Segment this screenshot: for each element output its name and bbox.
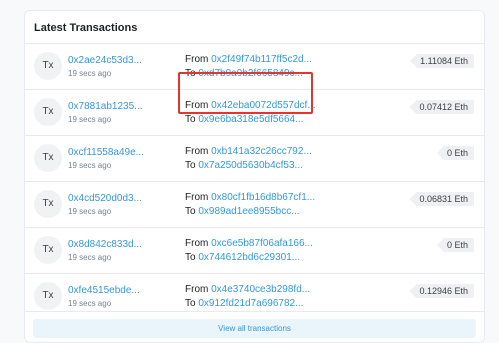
- transaction-row: Tx 0x2ae24c53d3... 19 secs ago From 0x2f…: [25, 44, 484, 90]
- tx-hash-link[interactable]: 0x2ae24c53d3...: [68, 55, 148, 66]
- from-label: From: [185, 54, 209, 65]
- transaction-row: Tx 0x7881ab1235... 19 secs ago From 0x42…: [25, 90, 484, 136]
- from-label: From: [185, 100, 209, 111]
- from-label: From: [185, 238, 209, 249]
- card-title: Latest Transactions: [34, 22, 138, 34]
- to-line: To 0x744612bd6c29301...: [185, 252, 300, 263]
- tx-icon: Tx: [34, 98, 62, 126]
- from-line: From 0xc6e5b87f06afa166...: [185, 238, 313, 249]
- to-label: To: [185, 298, 196, 309]
- from-address-link[interactable]: 0x42eba0072d557dcf...: [211, 100, 316, 111]
- from-address-link[interactable]: 0x80cf1fb16d8b67cf1...: [211, 192, 315, 203]
- to-label: To: [185, 68, 196, 79]
- to-line: To 0xd7b9a9b2f665849c...: [185, 68, 303, 79]
- from-label: From: [185, 192, 209, 203]
- amount-badge: 0.06831 Eth: [409, 192, 474, 206]
- amount-badge: 1.11084 Eth: [410, 54, 474, 68]
- to-line: To 0x7a250d5630b4cf53...: [185, 160, 303, 171]
- from-label: From: [185, 146, 209, 157]
- tx-icon: Tx: [34, 282, 62, 310]
- view-all-transactions-button[interactable]: View all transactions: [33, 319, 476, 338]
- from-address-link[interactable]: 0xb141a32c26cc792...: [211, 146, 312, 157]
- to-label: To: [185, 252, 196, 263]
- tx-age: 19 secs ago: [68, 253, 112, 262]
- to-label: To: [185, 206, 196, 217]
- transaction-row: Tx 0x4cd520d0d3... 19 secs ago From 0x80…: [25, 182, 484, 228]
- from-address-link[interactable]: 0x2f49f74b117ff5c2d...: [211, 54, 312, 65]
- transaction-row: Tx 0xcf11558a49e... 19 secs ago From 0xb…: [25, 136, 484, 182]
- tx-hash-link[interactable]: 0x4cd520d0d3...: [68, 193, 148, 204]
- tx-age: 19 secs ago: [68, 207, 112, 216]
- transaction-row: Tx 0x8d842c833d... 19 secs ago From 0xc6…: [25, 228, 484, 274]
- to-address-link[interactable]: 0x9e6ba318e5df5664...: [198, 114, 303, 125]
- tx-hash-link[interactable]: 0xfe4515ebde...: [68, 285, 148, 296]
- from-address-link[interactable]: 0x4e3740ce3b298fd...: [211, 284, 310, 295]
- to-label: To: [185, 160, 196, 171]
- to-line: To 0x912fd21d7a696782...: [185, 298, 303, 309]
- to-address-link[interactable]: 0xd7b9a9b2f665849c...: [198, 68, 303, 79]
- amount-badge: 0.12946 Eth: [409, 284, 474, 298]
- to-address-link[interactable]: 0x912fd21d7a696782...: [198, 298, 303, 309]
- card-footer: View all transactions: [25, 311, 484, 342]
- amount-badge: 0.07412 Eth: [409, 100, 474, 114]
- tx-hash-link[interactable]: 0x8d842c833d...: [68, 239, 148, 250]
- tx-hash-link[interactable]: 0x7881ab1235...: [68, 101, 148, 112]
- tx-icon: Tx: [34, 236, 62, 264]
- tx-icon: Tx: [34, 144, 62, 172]
- amount-badge: 0 Eth: [436, 238, 474, 252]
- tx-icon: Tx: [34, 52, 62, 80]
- tx-age: 19 secs ago: [68, 115, 112, 124]
- transaction-row: Tx 0xfe4515ebde... 19 secs ago From 0x4e…: [25, 274, 484, 311]
- tx-age: 19 secs ago: [68, 161, 112, 170]
- tx-age: 19 secs ago: [68, 69, 112, 78]
- from-line: From 0x4e3740ce3b298fd...: [185, 284, 310, 295]
- tx-age: 19 secs ago: [68, 299, 112, 308]
- latest-transactions-card: Latest Transactions Tx 0x2ae24c53d3... 1…: [24, 10, 485, 343]
- to-address-link[interactable]: 0x7a250d5630b4cf53...: [198, 160, 303, 171]
- from-line: From 0xb141a32c26cc792...: [185, 146, 312, 157]
- to-address-link[interactable]: 0x744612bd6c29301...: [198, 252, 300, 263]
- to-line: To 0x989ad1ee8955bcc...: [185, 206, 300, 217]
- to-label: To: [185, 114, 196, 125]
- card-header: Latest Transactions: [25, 11, 484, 44]
- from-address-link[interactable]: 0xc6e5b87f06afa166...: [211, 238, 313, 249]
- tx-hash-link[interactable]: 0xcf11558a49e...: [68, 147, 148, 158]
- from-line: From 0x2f49f74b117ff5c2d...: [185, 54, 312, 65]
- from-line: From 0x80cf1fb16d8b67cf1...: [185, 192, 315, 203]
- tx-icon: Tx: [34, 190, 62, 218]
- from-line: From 0x42eba0072d557dcf...: [185, 100, 316, 111]
- amount-badge: 0 Eth: [436, 146, 474, 160]
- transactions-list[interactable]: Tx 0x2ae24c53d3... 19 secs ago From 0x2f…: [25, 44, 484, 311]
- to-address-link[interactable]: 0x989ad1ee8955bcc...: [198, 206, 299, 217]
- from-label: From: [185, 284, 209, 295]
- to-line: To 0x9e6ba318e5df5664...: [185, 114, 303, 125]
